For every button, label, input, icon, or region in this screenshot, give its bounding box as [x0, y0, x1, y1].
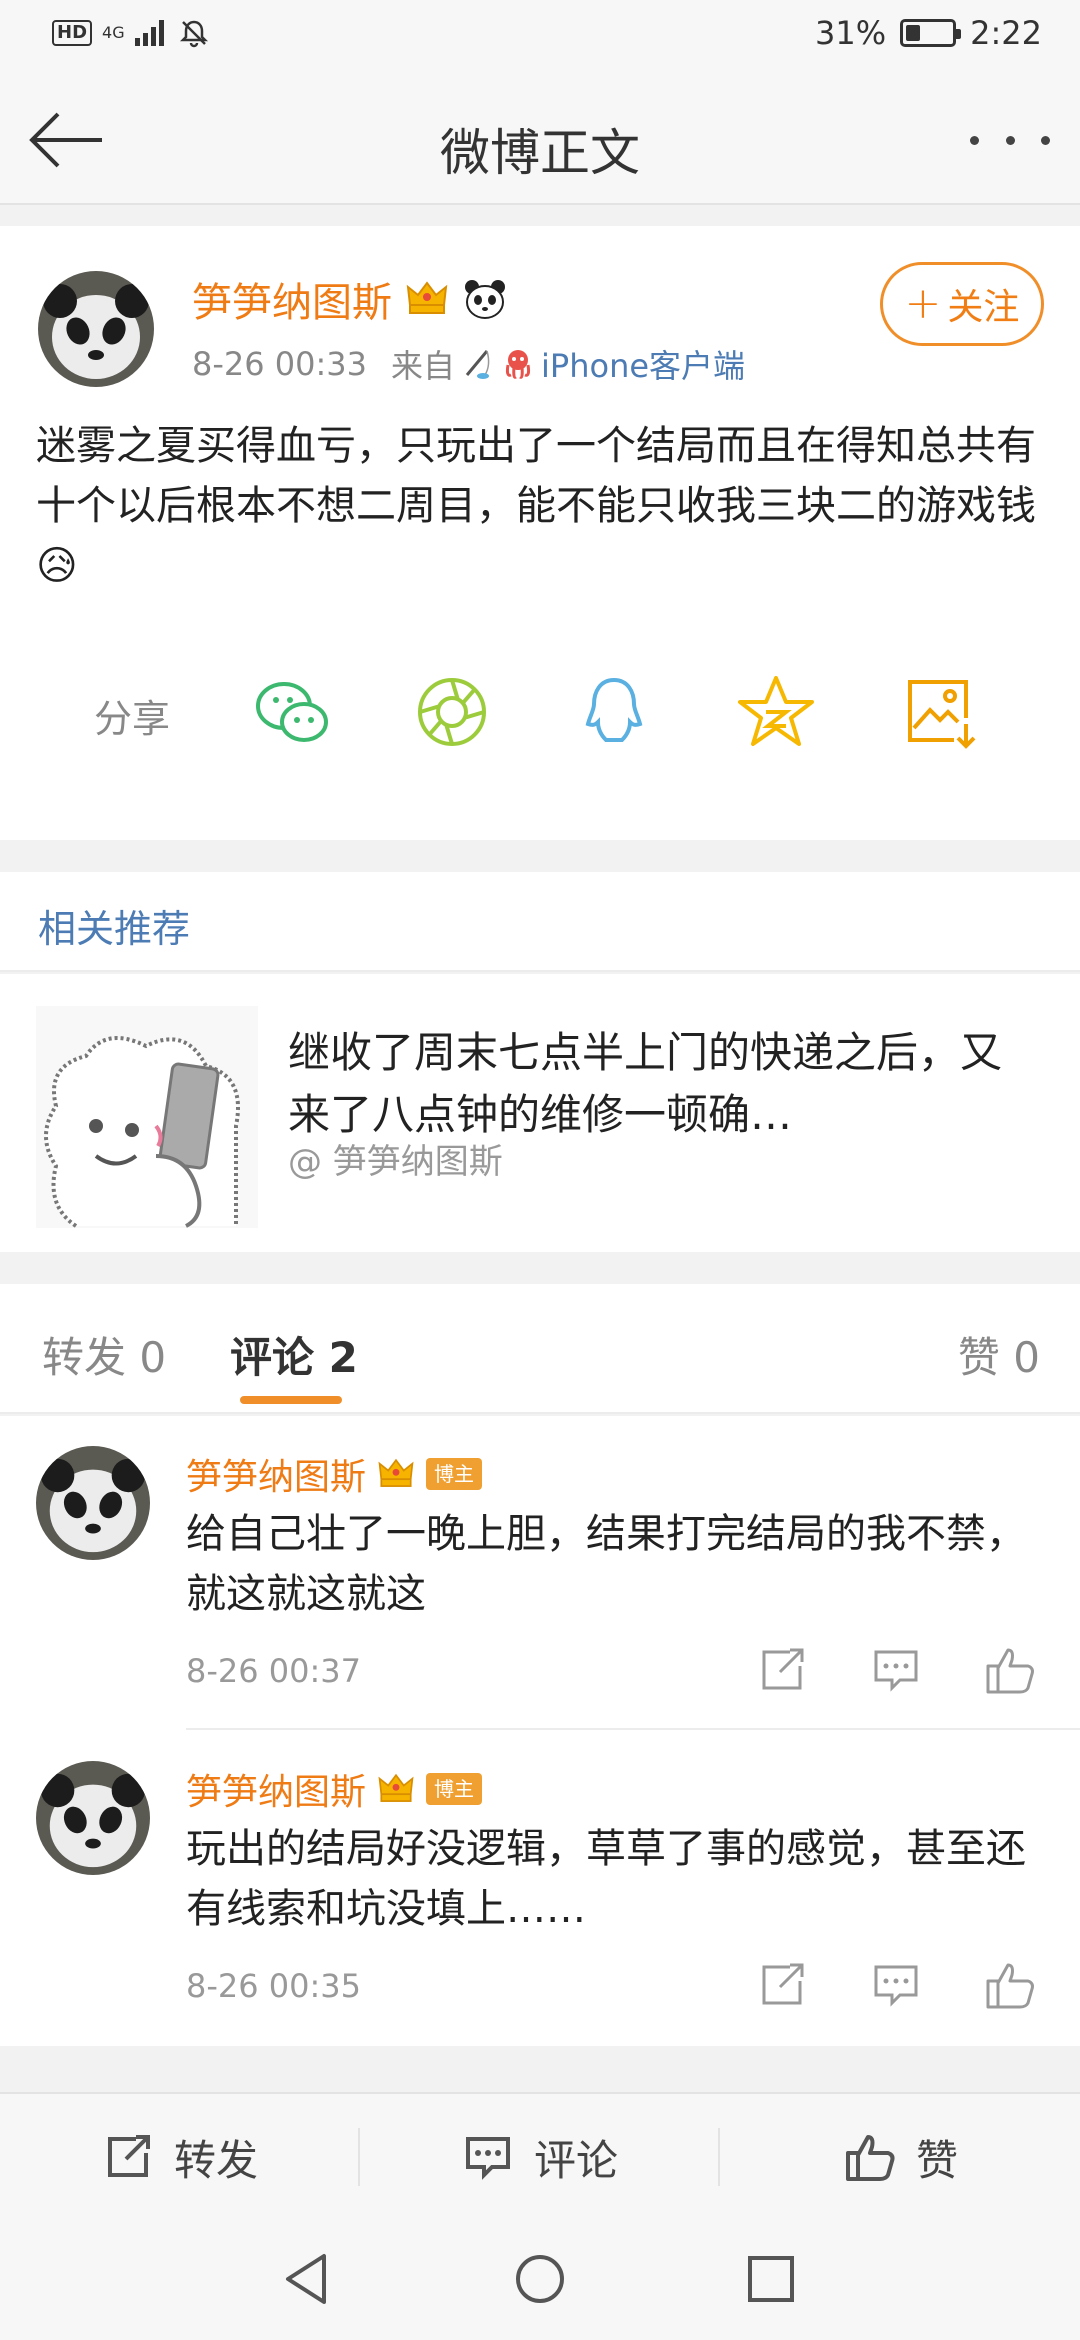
share-row: 分享 — [0, 672, 1080, 752]
commenter-name-row: 笋笋纳图斯 博主 — [186, 1448, 483, 1500]
related-thumbnail[interactable] — [36, 1006, 258, 1228]
repost-icon[interactable] — [754, 1642, 810, 1698]
comment-icon — [465, 2137, 510, 2180]
post-author[interactable]: 笋笋纳图斯 — [192, 270, 508, 328]
active-tab-indicator — [240, 1396, 342, 1404]
commenter-avatar[interactable] — [36, 1761, 150, 1875]
like-thumb-icon[interactable] — [982, 1642, 1038, 1698]
comment-item[interactable]: 笋笋纳图斯 博主 给自己壮了一晚上胆，结果打完结局的我不禁，就这就这就这 8-2… — [0, 1416, 1080, 1731]
qq-icon[interactable] — [574, 672, 654, 752]
fishing-emoji-icon — [465, 350, 490, 379]
panda-avatar-icon — [36, 1446, 150, 1560]
signal-icon — [134, 20, 164, 46]
comment-time: 8-26 00:37 — [186, 1652, 362, 1690]
repost-label: 转发 — [173, 2135, 258, 2185]
comment-text: 给自己壮了一晚上胆，结果打完结局的我不禁，就这就这就这 — [186, 1511, 1026, 1617]
more-dot-icon — [970, 135, 979, 145]
commenter-avatar[interactable] — [36, 1446, 150, 1560]
related-title: 相关推荐 — [38, 907, 191, 951]
wechat-icon[interactable] — [252, 672, 332, 752]
nav-home-circle-icon[interactable] — [509, 2248, 571, 2310]
comment-item[interactable]: 笋笋纳图斯 博主 玩出的结局好没逻辑，草草了事的感觉，甚至还有线索和坑没填上……… — [0, 1731, 1080, 2046]
commenter-name[interactable]: 笋笋纳图斯 — [186, 1448, 366, 1500]
commenter-name[interactable]: 笋笋纳图斯 — [186, 1763, 366, 1815]
comment-time: 8-26 00:35 — [186, 1967, 362, 2005]
follow-button[interactable]: + 关注 — [880, 262, 1044, 346]
related-author[interactable]: @ 笋笋纳图斯 — [288, 1134, 503, 1183]
related-header: 相关推荐 — [0, 872, 1080, 972]
repost-icon[interactable] — [754, 1957, 810, 2013]
network-type: 4G — [102, 23, 125, 42]
nav-recents-square-icon[interactable] — [740, 2248, 802, 2310]
status-left: HD 4G — [52, 18, 209, 48]
post-source[interactable]: iPhone客户端 — [541, 341, 745, 387]
follow-label: 关注 — [947, 287, 1020, 328]
more-dot-icon — [1005, 135, 1015, 145]
repost-button[interactable]: 转发 — [0, 2094, 358, 2220]
post-text: 迷雾之夏买得血亏，只玩出了一个结局而且在得知总共有十个以后根本不想二周目，能不能… — [36, 423, 1036, 589]
panda-avatar-icon — [36, 1761, 150, 1875]
crown-badge-icon — [406, 281, 448, 314]
interaction-tabs: 转发 0 评论 2 赞 0 — [0, 1284, 1080, 1414]
panda-avatar-icon — [38, 271, 154, 387]
reply-icon[interactable] — [868, 1642, 924, 1698]
reply-icon[interactable] — [868, 1957, 924, 2013]
panda-emoji-icon — [465, 280, 505, 319]
comment-divider — [186, 1728, 1080, 1730]
author-name[interactable]: 笋笋纳图斯 — [192, 270, 392, 328]
hd-badge: HD — [52, 20, 93, 46]
related-text[interactable]: 继收了周末七点半上门的快递之后，又来了八点钟的维修一顿确… — [288, 1022, 1040, 1146]
mute-bell-icon — [179, 20, 208, 48]
post-card: 笋笋纳图斯 8-26 00:33 来自 iPhone客户端 + 关注 迷雾之夏买… — [0, 226, 1080, 840]
share-label: 分享 — [94, 697, 171, 741]
comment-button[interactable]: 评论 — [360, 2094, 718, 2220]
tab-likes[interactable]: 赞 0 — [958, 1324, 1040, 1385]
tab-reposts[interactable]: 转发 0 — [42, 1324, 166, 1385]
post-meta: 8-26 00:33 来自 iPhone客户端 — [192, 341, 745, 387]
clock: 2:22 — [970, 14, 1042, 52]
page-title: 微博正文 — [440, 124, 640, 182]
blogger-badge: 博主 — [426, 1773, 483, 1805]
like-thumb-icon[interactable] — [982, 1957, 1038, 2013]
status-right: 31% 2:22 — [815, 14, 1042, 52]
bear-phone-thumbnail-icon — [36, 1006, 258, 1228]
source-prefix: 来自 — [391, 347, 456, 385]
more-dot-icon — [1041, 135, 1050, 145]
like-label: 赞 — [915, 2135, 958, 2185]
crown-badge-icon — [378, 1773, 414, 1802]
comment-label: 评论 — [533, 2135, 618, 2185]
nav-back-triangle-icon[interactable] — [278, 2248, 340, 2310]
like-thumb-icon — [845, 2135, 895, 2181]
author-avatar[interactable] — [38, 271, 154, 387]
tab-comments[interactable]: 评论 2 — [230, 1324, 358, 1385]
more-options-button[interactable] — [970, 115, 1050, 165]
battery-fill — [906, 25, 921, 41]
comment-list: 笋笋纳图斯 博主 给自己壮了一晚上胆，结果打完结局的我不禁，就这就这就这 8-2… — [0, 1416, 1080, 2046]
system-nav-bar — [0, 2218, 1080, 2340]
related-item[interactable]: 继收了周末七点半上门的快递之后，又来了八点钟的维修一顿确… @ 笋笋纳图斯 — [0, 974, 1080, 1252]
battery-percent: 31% — [815, 14, 887, 52]
crown-badge-icon — [378, 1458, 414, 1487]
commenter-name-row: 笋笋纳图斯 博主 — [186, 1763, 483, 1815]
post-time: 8-26 00:33 — [192, 345, 368, 383]
status-bar: HD 4G 31% 2:22 — [0, 0, 1080, 75]
blogger-badge: 博主 — [426, 1458, 483, 1490]
save-image-icon[interactable] — [900, 672, 980, 752]
bottom-action-bar: 转发 评论 赞 — [0, 2092, 1080, 2218]
nav-bar: 微博正文 — [0, 75, 1080, 205]
comment-text: 玩出的结局好没逻辑，草草了事的感觉，甚至还有线索和坑没填上…… — [186, 1826, 1026, 1932]
moments-icon[interactable] — [412, 672, 492, 752]
favorite-star-icon[interactable] — [736, 672, 816, 752]
battery-icon — [900, 19, 962, 47]
like-button[interactable]: 赞 — [720, 2094, 1080, 2220]
repost-icon — [107, 2135, 150, 2177]
plus-icon: + — [904, 278, 942, 329]
octopus-emoji-icon — [505, 350, 531, 379]
